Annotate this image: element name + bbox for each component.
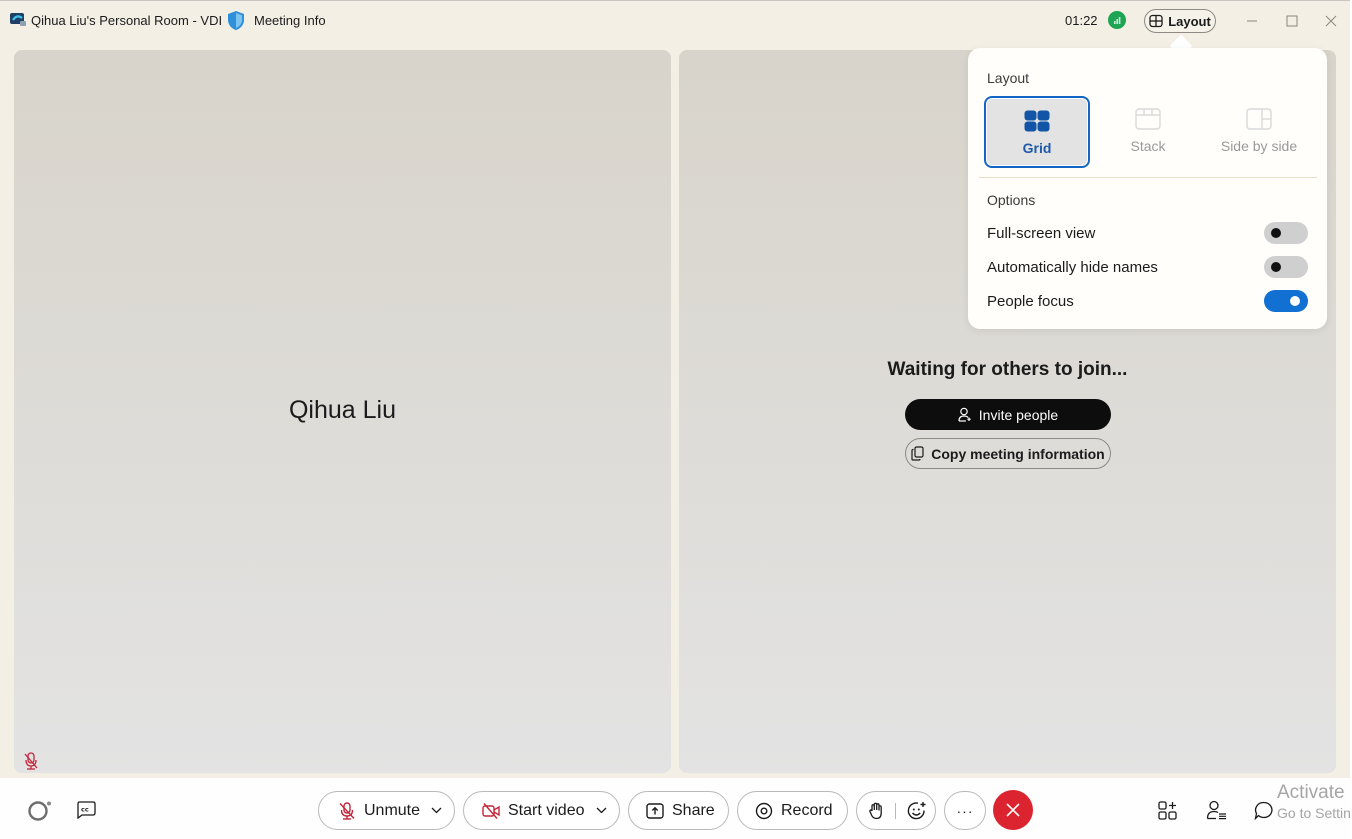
minimize-button[interactable] (1242, 11, 1262, 31)
waiting-message: Waiting for others to join... (887, 359, 1128, 380)
watermark-line-2: Go to Settin (1277, 805, 1351, 821)
option-row-hide-names: Automatically hide names (987, 255, 1308, 279)
ai-assistant-icon[interactable] (27, 800, 53, 822)
video-off-icon (482, 802, 500, 819)
start-video-button[interactable]: Start video (463, 791, 620, 830)
chevron-down-icon[interactable] (596, 807, 607, 814)
close-icon (1006, 803, 1020, 817)
closed-captions-icon[interactable]: cc (76, 801, 96, 819)
option-row-full-screen: Full-screen view (987, 221, 1308, 245)
invite-people-button[interactable]: Invite people (905, 399, 1111, 430)
share-label: Share (672, 801, 715, 819)
layout-option-stack[interactable]: Stack (1095, 96, 1201, 168)
layout-option-label: Side by side (1220, 138, 1298, 154)
add-reaction-icon[interactable] (907, 801, 927, 821)
option-label: People focus (987, 292, 1074, 310)
maximize-icon (1286, 15, 1298, 27)
participants-icon[interactable] (1206, 800, 1227, 820)
meeting-info-link[interactable]: Meeting Info (254, 13, 326, 28)
toggle-knob (1271, 262, 1281, 272)
popover-divider (979, 177, 1317, 178)
more-options-icon: ··· (956, 802, 974, 819)
apps-icon[interactable] (1158, 801, 1177, 820)
option-label: Full-screen view (987, 224, 1096, 242)
record-icon (755, 802, 773, 819)
svg-text:cc: cc (81, 806, 89, 814)
people-focus-toggle[interactable] (1264, 290, 1308, 312)
add-person-icon (958, 407, 971, 422)
watermark-line-1: Activate (1277, 782, 1345, 803)
option-row-people-focus: People focus (987, 289, 1308, 313)
unmute-button[interactable]: Unmute (318, 791, 455, 830)
self-video-tile[interactable]: Qihua Liu (14, 50, 671, 773)
copy-icon (911, 446, 924, 461)
meeting-timer: 01:22 (1065, 13, 1098, 28)
toggle-knob (1271, 228, 1281, 238)
option-label: Automatically hide names (987, 258, 1158, 276)
webex-app-icon (10, 13, 26, 26)
activation-watermark: Activate Go to Settin (1277, 782, 1351, 822)
record-label: Record (781, 801, 833, 819)
raise-hand-icon[interactable] (868, 802, 884, 820)
share-screen-icon (646, 802, 664, 819)
hide-names-toggle[interactable] (1264, 256, 1308, 278)
minimize-icon (1247, 20, 1257, 22)
start-video-label: Start video (508, 801, 585, 819)
reactions-group (856, 791, 936, 830)
close-icon (1325, 15, 1337, 27)
more-options-button[interactable]: ··· (944, 791, 986, 830)
chevron-down-icon[interactable] (431, 807, 442, 814)
copy-meeting-info-button[interactable]: Copy meeting information (905, 438, 1111, 469)
network-signal-icon[interactable] (1108, 11, 1126, 29)
invite-people-label: Invite people (978, 406, 1059, 423)
layout-option-label: Grid (1022, 140, 1052, 156)
layout-section-title: Layout (987, 70, 1030, 86)
side-by-side-layout-icon (1246, 108, 1272, 130)
layout-popover: Layout Grid Stack Side by side Options F… (968, 48, 1327, 329)
layout-option-side-by-side[interactable]: Side by side (1206, 96, 1312, 168)
shield-icon[interactable] (227, 10, 245, 31)
leave-meeting-button[interactable] (993, 790, 1033, 830)
muted-mic-icon (339, 801, 355, 820)
title-bar: Qihua Liu's Personal Room - VDI Meeting … (0, 0, 1352, 40)
layout-button[interactable]: Layout (1144, 9, 1216, 33)
layout-button-label: Layout (1168, 13, 1211, 29)
maximize-button[interactable] (1282, 11, 1302, 31)
close-window-button[interactable] (1321, 11, 1341, 31)
options-section-title: Options (987, 192, 1036, 208)
record-button[interactable]: Record (737, 791, 848, 830)
copy-meeting-info-label: Copy meeting information (931, 445, 1105, 462)
share-button[interactable]: Share (628, 791, 729, 830)
full-screen-toggle[interactable] (1264, 222, 1308, 244)
window-title: Qihua Liu's Personal Room - VDI (31, 13, 223, 28)
layout-option-grid[interactable]: Grid (984, 96, 1090, 168)
stack-layout-icon (1135, 108, 1161, 130)
chat-icon[interactable] (1254, 801, 1274, 820)
grid-layout-icon (1024, 110, 1050, 132)
muted-mic-icon (24, 752, 38, 770)
unmute-label: Unmute (364, 801, 421, 819)
layout-option-label: Stack (1130, 138, 1166, 154)
grid-layout-icon (1149, 14, 1163, 28)
toggle-knob (1290, 296, 1300, 306)
reactions-divider (895, 802, 896, 819)
participant-name: Qihua Liu (288, 396, 397, 424)
